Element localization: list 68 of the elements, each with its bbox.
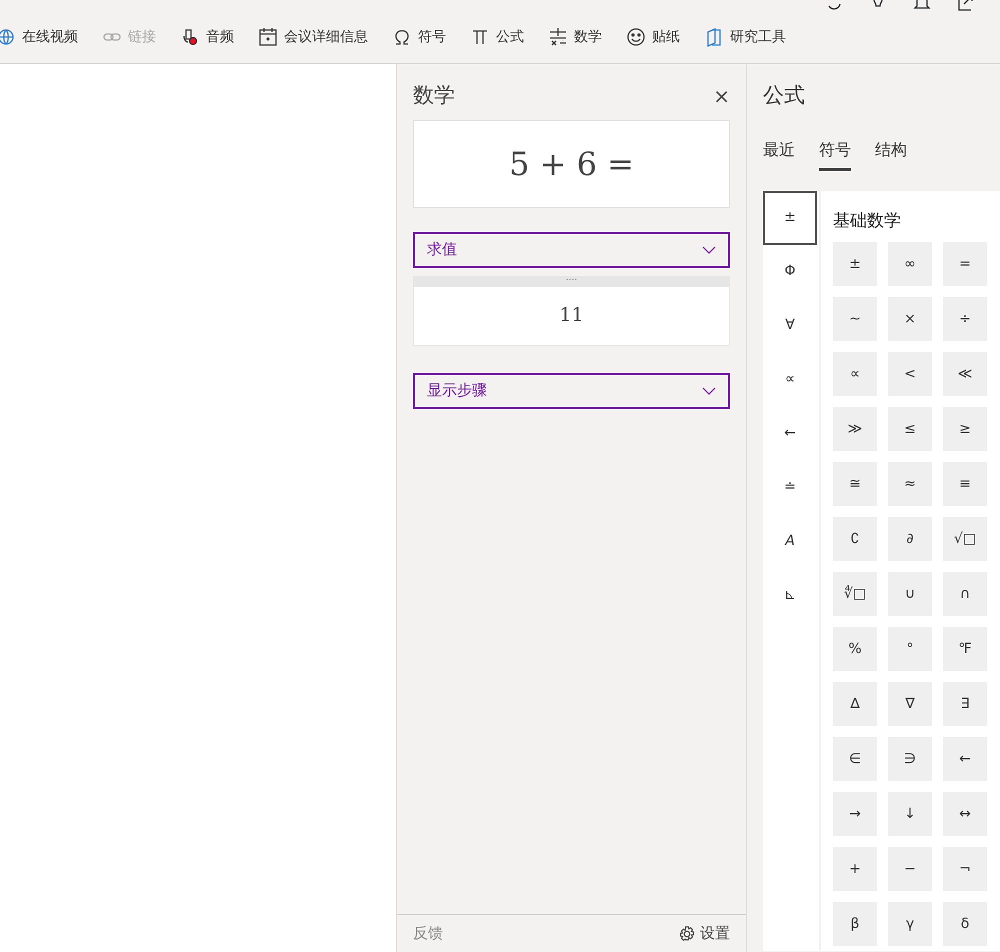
symbol-button[interactable]: ∞ <box>888 242 932 286</box>
symbol-button[interactable]: γ <box>888 902 932 946</box>
tab[interactable]: 结构 <box>875 138 907 170</box>
close-button[interactable]: × <box>713 80 730 111</box>
symbol-button[interactable]: < <box>888 352 932 396</box>
symbol-button[interactable]: ↔ <box>943 792 987 836</box>
symbol-button[interactable]: ≪ <box>943 352 987 396</box>
ribbon-button[interactable]: 贴纸 <box>622 26 684 48</box>
symbol-button[interactable]: × <box>888 297 932 341</box>
symbol-button[interactable]: ∝ <box>833 352 877 396</box>
symbol-button[interactable]: ¬ <box>943 847 987 891</box>
symbol-button[interactable]: ∇ <box>888 682 932 726</box>
symbol-button[interactable]: ÷ <box>943 297 987 341</box>
symbol-button[interactable]: ∋ <box>888 737 932 781</box>
symbol-button[interactable]: ∁ <box>833 517 877 561</box>
symbol-button[interactable]: ≡ <box>943 462 987 506</box>
ribbon-button[interactable]: 符号 <box>388 26 450 48</box>
symbol-button[interactable]: ∃ <box>943 682 987 726</box>
expression-display: 5 + 6 = <box>413 120 730 208</box>
chevron-icon <box>702 246 716 254</box>
ribbon-button[interactable]: 音频 <box>176 26 238 48</box>
panel-title: 公式 <box>762 82 806 109</box>
symbol-button[interactable]: ∈ <box>833 737 877 781</box>
category-button[interactable]: ± <box>763 190 817 244</box>
symbol-button[interactable]: ↓ <box>888 792 932 836</box>
symbol-button[interactable]: ~ <box>833 297 877 341</box>
steps-dropdown[interactable]: 显示步骤 <box>413 372 730 408</box>
symbol-button[interactable]: ≈ <box>888 462 932 506</box>
panel-title: 数学 <box>413 82 455 109</box>
resize-handle[interactable]: .... <box>413 276 730 286</box>
symbol-button[interactable]: δ <box>943 902 987 946</box>
section-title: 基础数学 <box>833 210 902 232</box>
ribbon-button[interactable]: 公式 <box>466 26 528 48</box>
symbol-button[interactable]: % <box>833 627 877 671</box>
operation-dropdown[interactable]: 求值 <box>413 232 730 268</box>
ribbon-button[interactable]: 数学 <box>544 26 606 48</box>
math-icon <box>548 27 568 47</box>
symbol-button[interactable]: ∪ <box>888 572 932 616</box>
tab[interactable]: 最近 <box>763 138 795 170</box>
symbol-button[interactable]: ≥ <box>943 407 987 451</box>
symbol-button[interactable]: ∂ <box>888 517 932 561</box>
chevron-icon <box>702 386 716 394</box>
symbol-button[interactable]: → <box>833 792 877 836</box>
symbol-button[interactable]: − <box>888 847 932 891</box>
globe-icon <box>0 27 16 47</box>
symbol-button[interactable]: ° <box>888 627 932 671</box>
ribbon-button[interactable]: 会议详细信息 <box>254 26 372 48</box>
symbol-button[interactable]: ≫ <box>833 407 877 451</box>
symbol-button[interactable]: ∆ <box>833 682 877 726</box>
smiley-icon <box>626 27 646 47</box>
symbol-button[interactable]: = <box>943 242 987 286</box>
symbol-button[interactable]: ∩ <box>943 572 987 616</box>
ribbon-button[interactable]: 研究工具 <box>700 26 790 48</box>
symbol-button[interactable]: ≤ <box>888 407 932 451</box>
symbol-button[interactable]: ℉ <box>943 627 987 671</box>
symbol-button[interactable]: β <box>833 902 877 946</box>
symbol-button[interactable]: ∜□ <box>833 572 877 616</box>
calendar-icon <box>258 27 278 47</box>
symbol-button[interactable]: ± <box>833 242 877 286</box>
symbol-button[interactable]: √□ <box>943 517 987 561</box>
symbol-button[interactable]: ← <box>943 737 987 781</box>
symbol-button[interactable]: ≅ <box>833 462 877 506</box>
symbol-button[interactable]: + <box>833 847 877 891</box>
ribbon-button[interactable]: 在线视频 <box>0 26 82 48</box>
tab[interactable]: 符号 <box>819 138 851 170</box>
settings-icon <box>678 924 696 942</box>
result-display: 11 <box>413 286 730 346</box>
settings-button[interactable]: 设置 <box>678 922 730 945</box>
